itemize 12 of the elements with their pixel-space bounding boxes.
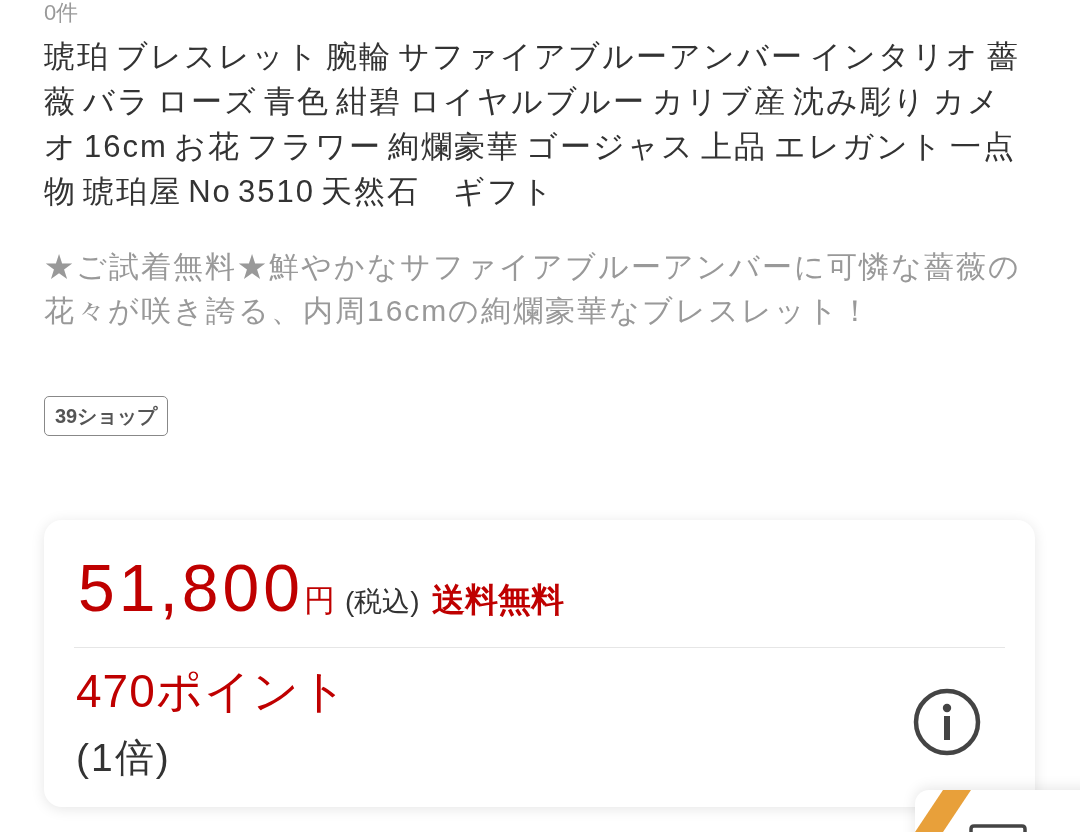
points-label: 470ポイント	[76, 664, 348, 719]
points-multiplier: (1倍)	[76, 735, 172, 781]
info-icon[interactable]	[913, 688, 981, 756]
currency-unit: 円	[303, 582, 335, 620]
price: 51,800	[78, 550, 304, 627]
shop-badge: 39ショップ	[44, 396, 169, 436]
free-shipping-label: 送料無料	[431, 580, 564, 620]
product-description: ★ご試着無料★鮮やかなサファイアブルーアンバーに可憐な薔薇の花々が咲き誇る、内周16cmの絢爛豪華なブレスレット！	[44, 249, 1022, 329]
tax-note: (税込)	[344, 585, 420, 619]
corner-stripe-icon	[915, 790, 971, 832]
result-count: 0件	[44, 1, 79, 25]
product-title: 琥珀 ブレスレット 腕輪 サファイアブルーアンバー インタリオ 薔薇 バラ ローズ 青色 紺碧 ロイヤルブルー カリブ産 沈み彫り カメオ 16cm お花 フラワー 絢爛豪華 ゴージャス 上品 エレガント 一点物 琥珀屋 No 3510 天然石 ギフト	[44, 38, 1021, 211]
